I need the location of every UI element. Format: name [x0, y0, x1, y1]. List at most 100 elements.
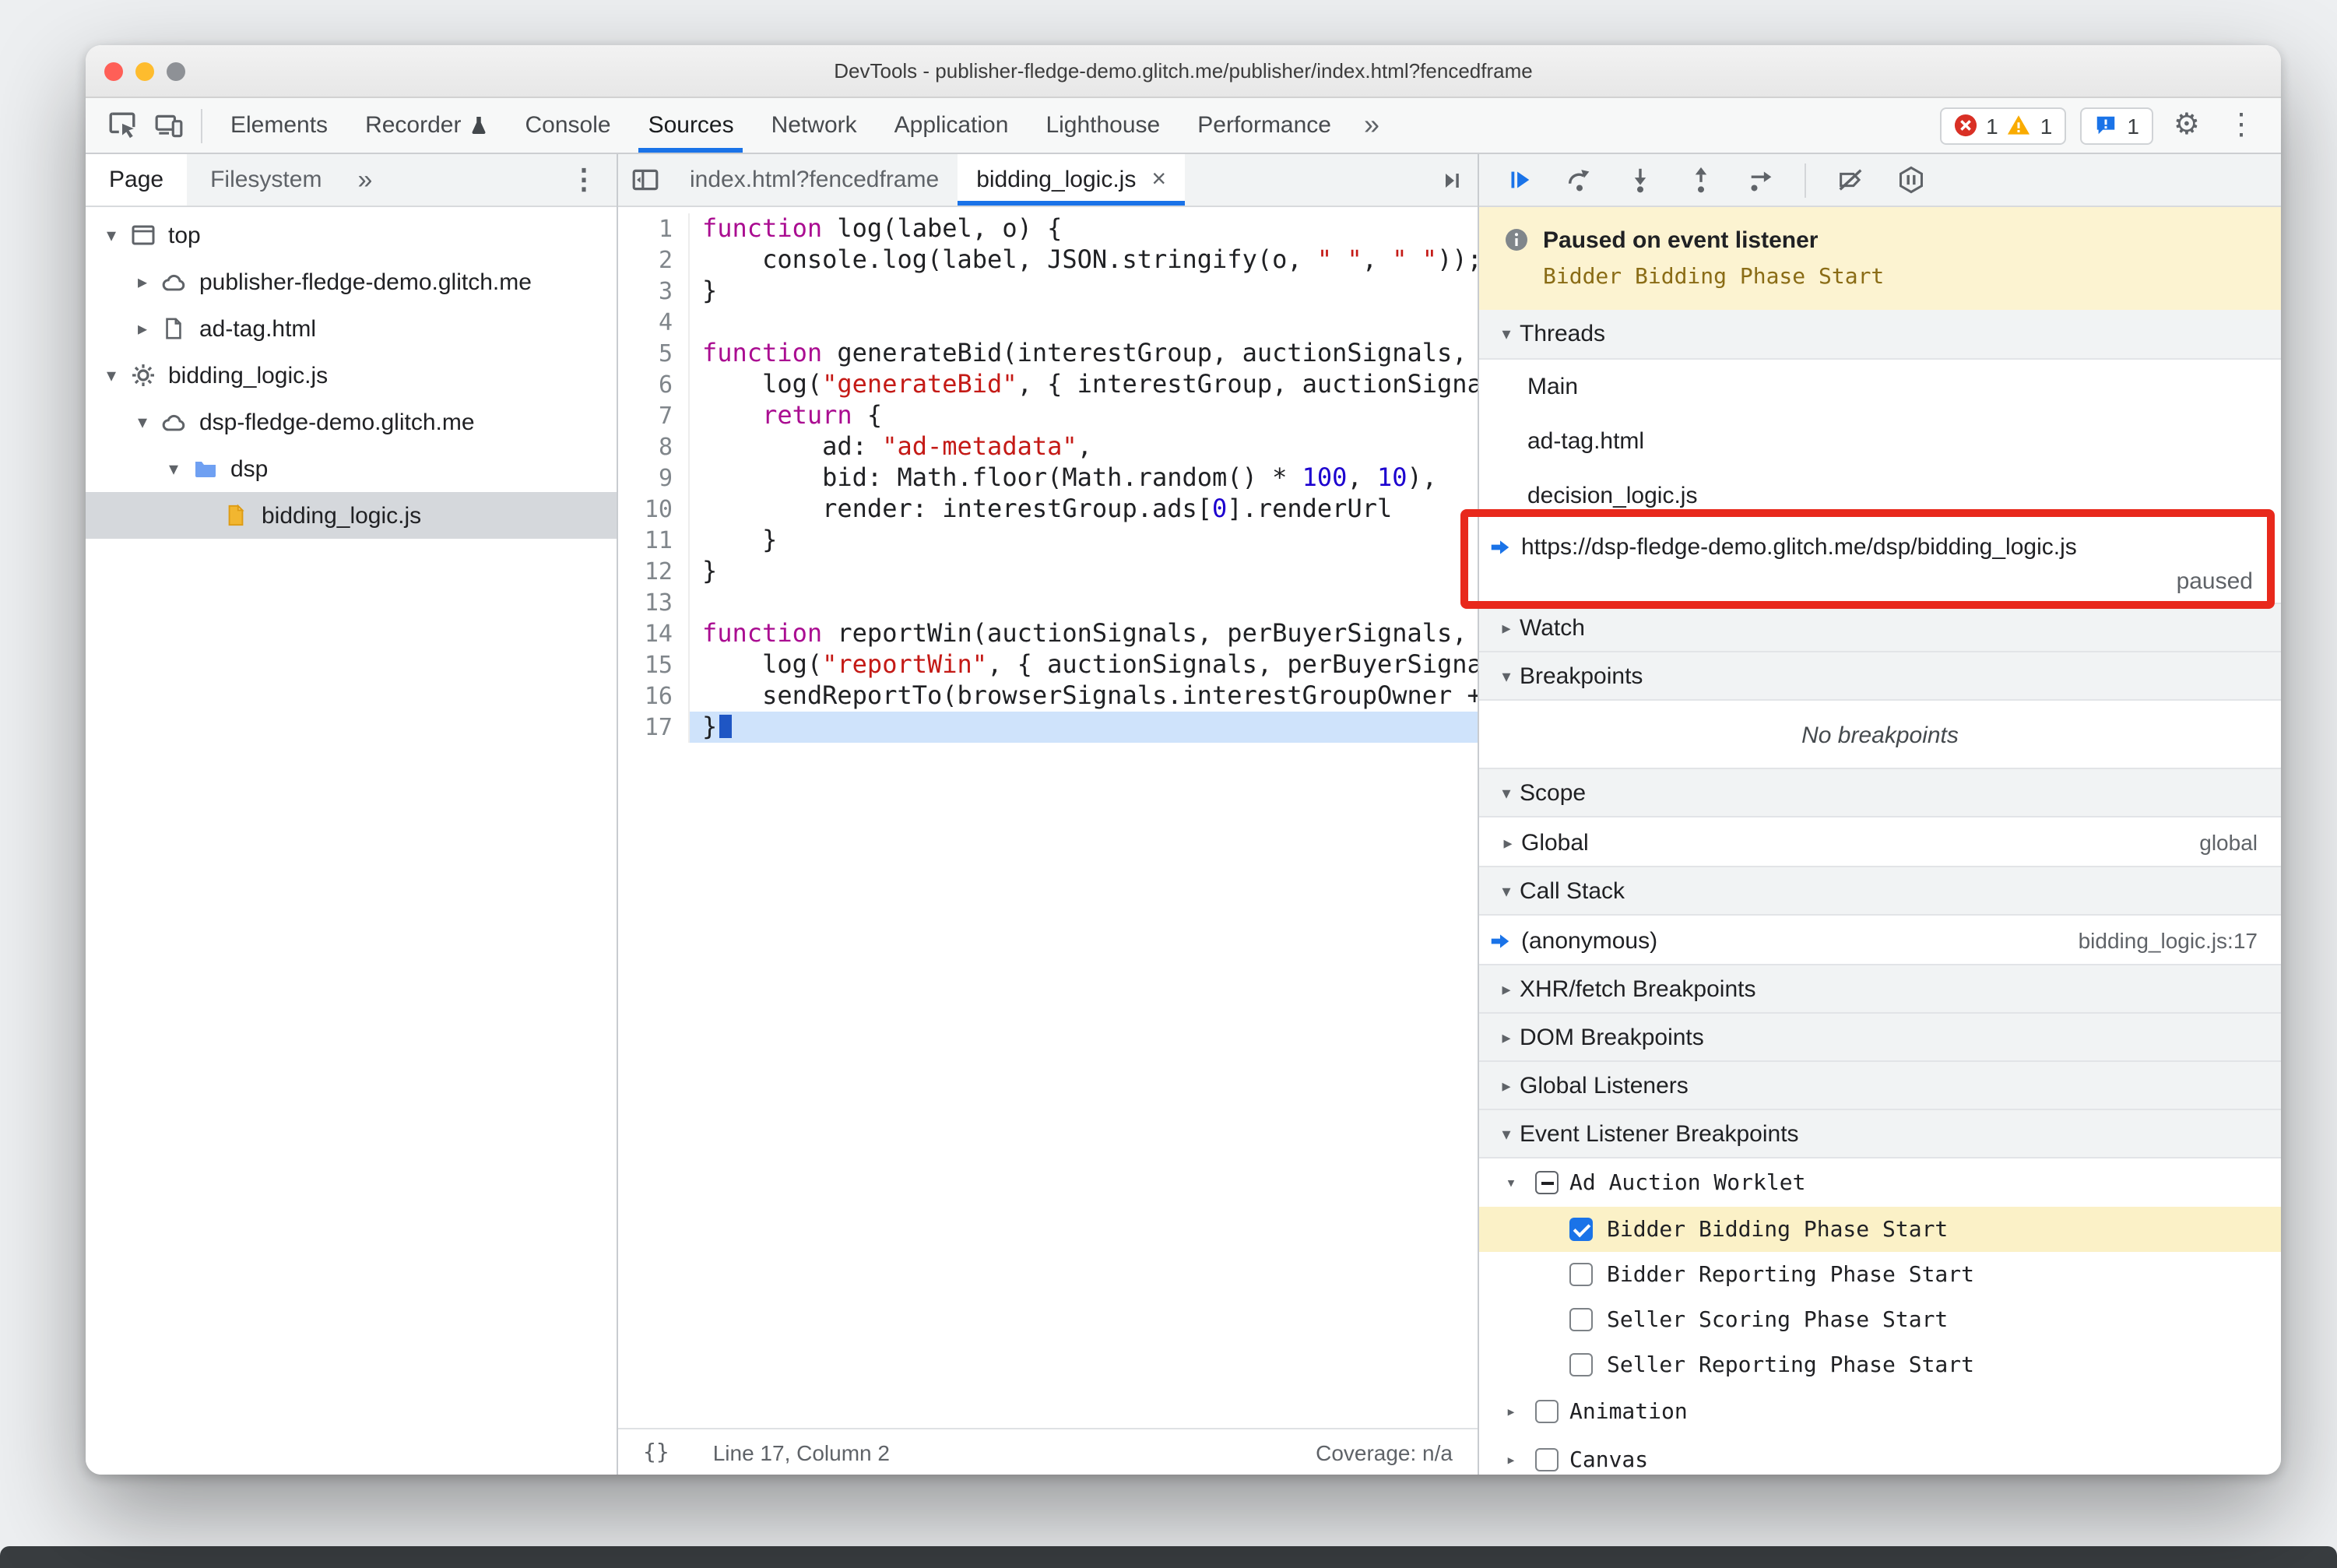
- toggle-navigator-button[interactable]: [618, 154, 671, 206]
- tree-item-publisher-fledge-demo-glitch-me[interactable]: ▸ publisher-fledge-demo.glitch.me: [86, 258, 617, 305]
- scope-row-global[interactable]: ▸ Global global: [1479, 817, 2281, 867]
- disclosure-right-icon[interactable]: ▸: [1498, 1401, 1524, 1422]
- line-number[interactable]: 15: [618, 649, 690, 680]
- bidder-bidding-phase-start-checkbox[interactable]: [1569, 1218, 1593, 1241]
- line-number[interactable]: 13: [618, 587, 690, 618]
- canvas-checkbox[interactable]: [1535, 1448, 1559, 1471]
- section-call-stack[interactable]: ▾ Call Stack: [1479, 866, 2281, 916]
- code-text[interactable]: sendReportTo(browserSignals.interestGrou…: [690, 680, 1478, 712]
- tree-item-dsp-fledge-demo-glitch-me[interactable]: ▾ dsp-fledge-demo.glitch.me: [86, 399, 617, 445]
- close-window-button[interactable]: [104, 62, 123, 81]
- thread-item-main[interactable]: Main: [1479, 360, 2281, 414]
- line-number[interactable]: 3: [618, 276, 690, 307]
- line-number[interactable]: 9: [618, 462, 690, 494]
- disclosure-right-icon[interactable]: ▸: [129, 318, 156, 339]
- disclosure-right-icon[interactable]: ▸: [1498, 1450, 1524, 1470]
- code-text[interactable]: function log(label, o) {: [690, 213, 1478, 244]
- section-threads[interactable]: ▾ Threads: [1479, 310, 2281, 360]
- breakpoint-bidder-reporting-phase-start[interactable]: Bidder Reporting Phase Start: [1479, 1252, 2281, 1297]
- navigator-tab-page[interactable]: Page: [86, 154, 188, 206]
- editor-tab-bidding-logic-js[interactable]: bidding_logic.js ×: [958, 154, 1186, 206]
- tab-sources[interactable]: Sources: [630, 98, 753, 153]
- section-xhr-fetch-breakpoints[interactable]: ▸ XHR/fetch Breakpoints: [1479, 964, 2281, 1014]
- tree-item-top[interactable]: ▾ top: [86, 212, 617, 258]
- resume-button[interactable]: [1492, 156, 1545, 203]
- breakpoint-category-canvas[interactable]: ▸ Canvas: [1479, 1436, 2281, 1475]
- disclosure-down-icon[interactable]: ▾: [1498, 1172, 1524, 1193]
- navigator-menu-button[interactable]: ⋮: [551, 154, 617, 206]
- pause-on-exceptions-button[interactable]: [1884, 156, 1937, 203]
- code-text[interactable]: return {: [690, 400, 1478, 431]
- next-editor-tab-button[interactable]: [1425, 154, 1478, 206]
- section-dom-breakpoints[interactable]: ▸ DOM Breakpoints: [1479, 1012, 2281, 1062]
- ad-auction-worklet-checkbox[interactable]: [1535, 1171, 1559, 1194]
- code-text[interactable]: }: [690, 276, 1478, 307]
- tab-elements[interactable]: Elements: [212, 98, 346, 153]
- issues-button[interactable]: 1: [2080, 107, 2153, 144]
- code-text[interactable]: ad: "ad-metadata",: [690, 431, 1478, 462]
- line-number[interactable]: 2: [618, 244, 690, 276]
- zoom-window-button[interactable]: [167, 62, 185, 81]
- seller-scoring-phase-start-checkbox[interactable]: [1569, 1308, 1593, 1331]
- deactivate-breakpoints-button[interactable]: [1823, 156, 1876, 203]
- more-panels-button[interactable]: »: [1350, 109, 1393, 142]
- disclosure-right-icon[interactable]: ▸: [129, 271, 156, 293]
- line-number[interactable]: 14: [618, 618, 690, 649]
- pretty-print-button[interactable]: {}: [643, 1440, 669, 1464]
- close-tab-icon[interactable]: ×: [1151, 166, 1166, 194]
- code-text[interactable]: }: [690, 712, 1478, 743]
- line-number[interactable]: 12: [618, 556, 690, 587]
- breakpoint-category-animation[interactable]: ▸ Animation: [1479, 1387, 2281, 1436]
- tree-item-dsp[interactable]: ▾ dsp: [86, 445, 617, 492]
- line-number[interactable]: 4: [618, 307, 690, 338]
- tab-performance[interactable]: Performance: [1179, 98, 1350, 153]
- main-menu-button[interactable]: ⋮: [2220, 107, 2262, 143]
- step-into-button[interactable]: [1613, 156, 1666, 203]
- navigator-tab-filesystem[interactable]: Filesystem: [187, 154, 345, 206]
- tree-item-bidding-logic-js[interactable]: bidding_logic.js: [86, 492, 617, 539]
- settings-button[interactable]: ⚙: [2167, 107, 2206, 143]
- code-text[interactable]: function generateBid(interestGroup, auct…: [690, 338, 1478, 369]
- editor-tab-index-html-fencedframe[interactable]: index.html?fencedframe: [671, 154, 958, 206]
- thread-item-paused[interactable]: https://dsp-fledge-demo.glitch.me/dsp/bi…: [1479, 523, 2281, 604]
- code-text[interactable]: [690, 307, 1478, 338]
- console-errors-warnings-button[interactable]: 1 1: [1939, 107, 2067, 144]
- code-text[interactable]: console.log(label, JSON.stringify(o, " "…: [690, 244, 1478, 276]
- call-stack-frame[interactable]: (anonymous) bidding_logic.js:17: [1479, 916, 2281, 965]
- bidder-reporting-phase-start-checkbox[interactable]: [1569, 1263, 1593, 1286]
- code-text[interactable]: render: interestGroup.ads[0].renderUrl: [690, 494, 1478, 525]
- more-navigator-tabs-button[interactable]: »: [345, 154, 385, 206]
- line-number[interactable]: 1: [618, 213, 690, 244]
- tab-recorder[interactable]: Recorder: [346, 98, 506, 153]
- breakpoint-seller-scoring-phase-start[interactable]: Seller Scoring Phase Start: [1479, 1297, 2281, 1342]
- disclosure-down-icon[interactable]: ▾: [98, 224, 125, 246]
- minimize-window-button[interactable]: [135, 62, 154, 81]
- section-global-listeners[interactable]: ▸ Global Listeners: [1479, 1060, 2281, 1110]
- inspect-element-button[interactable]: [98, 104, 145, 147]
- tab-network[interactable]: Network: [753, 98, 876, 153]
- tab-application[interactable]: Application: [876, 98, 1028, 153]
- toggle-device-toolbar-button[interactable]: [145, 104, 192, 147]
- section-breakpoints[interactable]: ▾ Breakpoints: [1479, 651, 2281, 701]
- disclosure-down-icon[interactable]: ▾: [98, 364, 125, 386]
- tree-item-bidding-logic-js[interactable]: ▾ bidding_logic.js: [86, 352, 617, 399]
- line-number[interactable]: 11: [618, 525, 690, 556]
- disclosure-down-icon[interactable]: ▾: [129, 411, 156, 433]
- code-text[interactable]: function reportWin(auctionSignals, perBu…: [690, 618, 1478, 649]
- disclosure-right-icon[interactable]: ▸: [1495, 832, 1521, 853]
- line-number[interactable]: 7: [618, 400, 690, 431]
- breakpoint-category-ad-auction-worklet[interactable]: ▾ Ad Auction Worklet: [1479, 1158, 2281, 1207]
- section-watch[interactable]: ▸ Watch: [1479, 603, 2281, 652]
- line-number[interactable]: 10: [618, 494, 690, 525]
- step-over-button[interactable]: [1552, 156, 1605, 203]
- tab-lighthouse[interactable]: Lighthouse: [1027, 98, 1179, 153]
- line-number[interactable]: 6: [618, 369, 690, 400]
- section-event-listener-breakpoints[interactable]: ▾ Event Listener Breakpoints: [1479, 1109, 2281, 1158]
- step-button[interactable]: [1734, 156, 1787, 203]
- code-editor[interactable]: 1 function log(label, o) {2 console.log(l…: [618, 207, 1478, 1428]
- line-number[interactable]: 16: [618, 680, 690, 712]
- animation-checkbox[interactable]: [1535, 1400, 1559, 1423]
- code-text[interactable]: log("generateBid", { interestGroup, auct…: [690, 369, 1478, 400]
- line-number[interactable]: 17: [618, 712, 690, 743]
- breakpoint-seller-reporting-phase-start[interactable]: Seller Reporting Phase Start: [1479, 1342, 2281, 1387]
